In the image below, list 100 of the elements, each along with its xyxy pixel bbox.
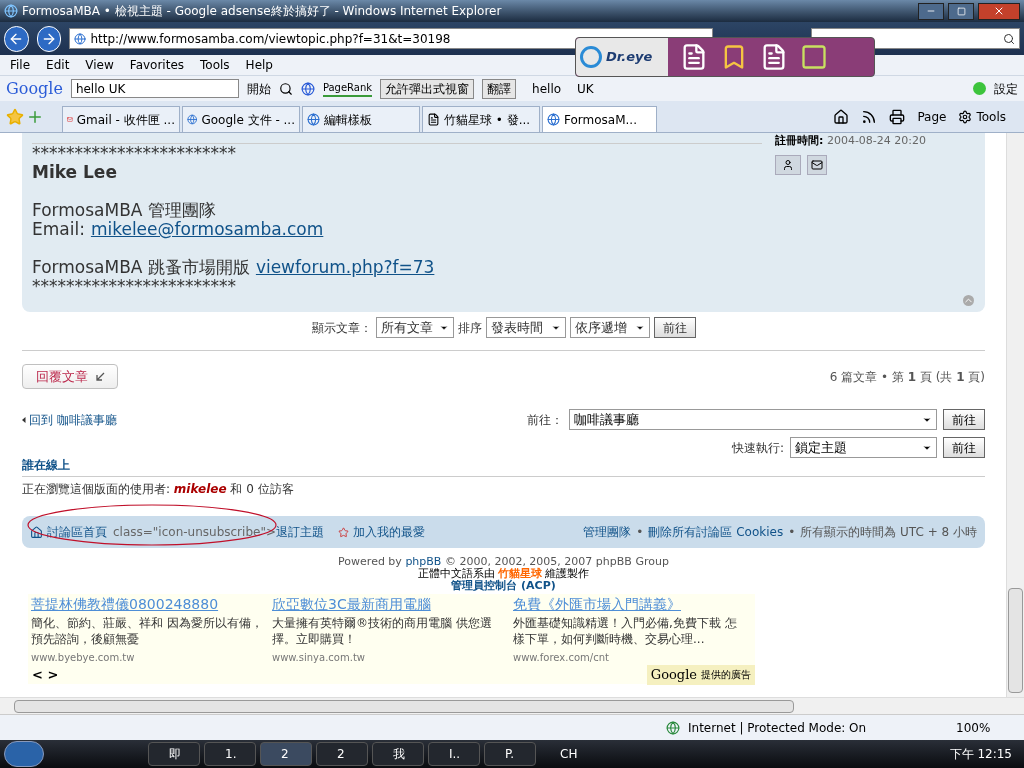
google-logo: Google <box>6 77 63 100</box>
taskbar-button[interactable]: 即 <box>148 742 200 766</box>
search-icon[interactable] <box>278 81 293 96</box>
browser-tab[interactable]: 竹貓星球 • 發... <box>422 106 540 132</box>
print-icon[interactable] <box>889 108 906 125</box>
zoom-level[interactable]: 100% <box>956 718 1016 737</box>
settings-button[interactable]: 設定 <box>994 79 1018 98</box>
user-icon <box>782 158 794 171</box>
menu-item[interactable]: Favorites <box>129 56 185 74</box>
online-users: 正在瀏覽這個版面的使用者: mikelee 和 0 位訪客 <box>22 481 295 498</box>
google-logo: Google <box>650 666 697 684</box>
forum-select[interactable]: 咖啡議事廳 <box>569 409 937 430</box>
go-button[interactable]: 開始 <box>246 79 271 98</box>
direction-select[interactable]: 依序遞增 <box>569 317 650 338</box>
scroll-thumb[interactable] <box>14 699 794 713</box>
post-text: ************************ <box>32 144 237 163</box>
sort-select[interactable]: 發表時間 <box>485 317 566 338</box>
go-button[interactable]: 前往 <box>943 409 985 430</box>
maximize-button[interactable] <box>948 2 974 20</box>
popup-blocker-button[interactable]: 允許彈出式視窗 <box>380 78 475 99</box>
taskbar-button[interactable]: 1. <box>204 742 256 766</box>
ad-title[interactable]: 菩提林佛教禮儀0800248880 <box>31 594 266 615</box>
horizontal-scrollbar[interactable] <box>0 697 1024 714</box>
ad-title[interactable]: 免費《外匯市場入門講義》 <box>513 594 748 615</box>
security-zone: Internet | Protected Mode: On <box>688 719 868 737</box>
pagerank-button[interactable]: PageRank <box>322 80 373 97</box>
close-button[interactable] <box>978 2 1020 20</box>
tools-menu[interactable]: Tools <box>976 107 1006 126</box>
start-button[interactable] <box>4 741 44 767</box>
taskbar-button[interactable]: 我 <box>372 742 424 766</box>
highlight-word-button[interactable]: UK <box>577 79 594 98</box>
board-index-link[interactable]: 討論區首頁 <box>30 523 107 541</box>
page-icon <box>427 113 440 126</box>
globe-icon[interactable] <box>300 81 315 96</box>
window-title: FormosaMBA • 檢視主題 - Google adsense終於搞好了 - Windows Internet Explorer <box>22 3 503 20</box>
menu-item[interactable]: View <box>85 56 114 74</box>
go-button[interactable]: 前往 <box>653 317 696 338</box>
ad-text: 大量擁有英特爾®技術的商用電腦 供您選擇。立即購買！ <box>272 615 493 647</box>
back-link[interactable]: 回到 咖啡議事廳 <box>29 410 117 429</box>
menu-item[interactable]: Help <box>245 56 273 74</box>
attribution-text: 提供的廣告 <box>701 668 751 683</box>
post-text: Email: <box>32 220 85 239</box>
page-menu[interactable]: Page <box>917 107 947 126</box>
bookmark-link[interactable]: 加入我的最愛 <box>337 523 425 541</box>
ad-title[interactable]: 欣亞數位3C最新商用電腦 <box>272 594 507 615</box>
post-link[interactable]: viewforum.php?f=73 <box>255 258 435 277</box>
taskbar-button[interactable]: 2 <box>316 742 368 766</box>
maximize-icon <box>956 6 966 16</box>
browser-tab[interactable]: FormosaM... <box>542 106 657 132</box>
language-indicator[interactable]: CH <box>560 745 578 763</box>
highlight-word-button[interactable]: hello <box>532 79 562 98</box>
reply-button[interactable]: 回覆文章 <box>22 364 118 389</box>
status-light-icon <box>973 82 986 95</box>
chevron-icon <box>22 416 26 423</box>
home-icon[interactable] <box>833 108 850 125</box>
vertical-scrollbar[interactable] <box>1006 133 1024 697</box>
mail-icon <box>811 158 823 171</box>
quick-mod-select[interactable]: 鎖定主題 <box>790 437 937 458</box>
ad-text: 簡化、節約、莊嚴、祥和 因為愛所以有備，預先諮詢，後顧無憂 <box>31 615 264 647</box>
online-heading: 誰在線上 <box>22 456 985 477</box>
google-search-field[interactable]: hello UK <box>70 79 239 98</box>
separator: • <box>788 524 796 541</box>
back-button[interactable] <box>4 25 29 52</box>
translate-button[interactable]: 翻譯 <box>482 78 517 99</box>
go-button[interactable]: 前往 <box>943 437 985 458</box>
menu-item[interactable]: Tools <box>200 56 230 74</box>
browser-tab[interactable]: 編輯樣板 <box>302 106 420 132</box>
powered-by: Powered by phpBB © 2000, 2002, 2005, 2007 phpBB Group <box>338 556 669 568</box>
taskbar-button[interactable]: I.. <box>428 742 480 766</box>
home-icon <box>30 525 43 539</box>
feed-icon[interactable] <box>861 108 878 125</box>
globe-icon <box>666 720 680 735</box>
clock: 下午 12:15 <box>949 746 1013 763</box>
post-link[interactable]: mikelee@formosamba.com <box>90 220 324 239</box>
ie-icon <box>74 32 87 45</box>
ie-icon <box>4 4 18 18</box>
menu-item[interactable]: File <box>10 56 31 74</box>
display-select[interactable]: 所有文章 <box>375 317 454 338</box>
ie-icon <box>307 113 320 126</box>
forward-button[interactable] <box>36 25 62 52</box>
acp-link[interactable]: 管理員控制台 (ACP) <box>451 580 556 592</box>
taskbar-button[interactable]: P. <box>484 742 536 766</box>
email-button[interactable] <box>807 154 827 175</box>
scroll-thumb[interactable] <box>1008 588 1023 693</box>
pagination: 6 篇文章 • 第 1 頁 (共 1 頁) <box>829 368 985 386</box>
ad-nav[interactable]: < > <box>28 665 59 685</box>
footer-link[interactable]: 刪除所有討論區 Cookies <box>648 523 784 541</box>
taskbar-button[interactable]: 2 <box>260 742 312 766</box>
ad-text: 外匯基礎知識精選！入門必備,免費下載 怎樣下單，如何判斷時機、交易心理... <box>513 615 738 647</box>
post-text: ************************ <box>32 277 237 296</box>
unsubscribe-link[interactable]: 退訂主題 <box>275 523 324 541</box>
menu-item[interactable]: Edit <box>46 56 70 74</box>
jump-label: 前往： <box>527 411 563 429</box>
browser-tab[interactable]: Google 文件 - ... <box>182 106 300 132</box>
pm-button[interactable] <box>775 154 801 175</box>
minimize-button[interactable] <box>918 2 944 20</box>
footer-link[interactable]: 管理團隊 <box>583 523 632 541</box>
author-name: Mike Lee <box>32 163 118 182</box>
browser-tab[interactable]: Gmail - 收件匣 ... <box>62 106 180 132</box>
settings-icon <box>958 109 973 124</box>
